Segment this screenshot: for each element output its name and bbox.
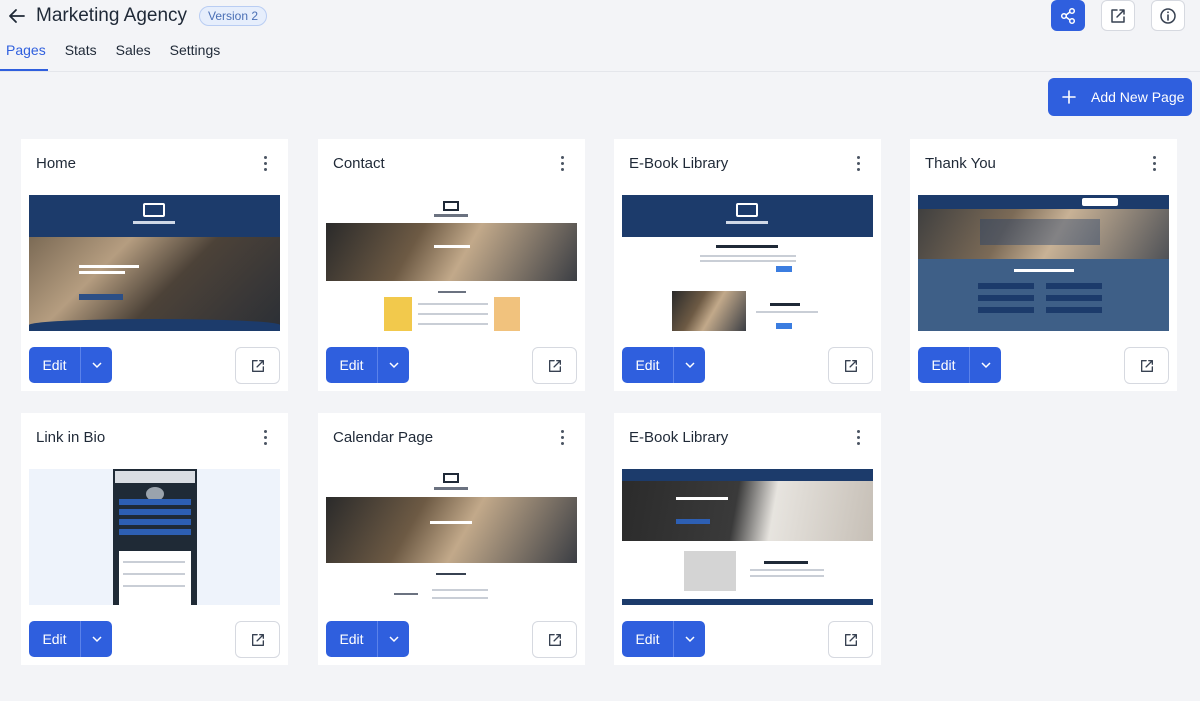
back-button[interactable] [6, 5, 28, 27]
page-card-home: Home Edit [21, 139, 288, 391]
edit-button[interactable]: Edit [918, 347, 970, 383]
card-title: Link in Bio [36, 429, 106, 446]
external-link-icon [844, 633, 857, 646]
page-thumbnail[interactable] [918, 195, 1169, 331]
card-title: Thank You [925, 155, 996, 172]
tab-pages[interactable]: Pages [0, 42, 48, 71]
share-button[interactable] [1051, 0, 1085, 31]
edit-button[interactable]: Edit [622, 347, 674, 383]
edit-split-button: Edit [622, 347, 705, 383]
chevron-down-icon [684, 636, 695, 643]
info-icon [1160, 7, 1176, 24]
edit-split-button: Edit [326, 621, 409, 657]
external-link-icon [844, 359, 857, 372]
edit-button[interactable]: Edit [326, 621, 378, 657]
card-menu-button[interactable] [850, 428, 866, 446]
page-card-thank-you: Thank You Edit [910, 139, 1177, 391]
arrow-left-icon [9, 9, 25, 23]
card-title: E-Book Library [629, 429, 729, 446]
edit-split-button: Edit [29, 347, 112, 383]
edit-dropdown-button[interactable] [970, 347, 1001, 383]
chevron-down-icon [388, 636, 399, 643]
edit-split-button: Edit [326, 347, 409, 383]
edit-button[interactable]: Edit [29, 347, 81, 383]
version-badge[interactable]: Version 2 [199, 6, 268, 26]
external-link-icon [548, 633, 561, 646]
edit-dropdown-button[interactable] [378, 621, 409, 657]
page-card-ebook-library-2: E-Book Library Edit [614, 413, 881, 665]
external-link-icon [1140, 359, 1153, 372]
page-card-ebook-library: E-Book Library Edit [614, 139, 881, 391]
card-title: Contact [333, 155, 385, 172]
page-thumbnail[interactable] [326, 469, 577, 605]
info-button[interactable] [1151, 0, 1185, 31]
page-thumbnail[interactable] [622, 469, 873, 605]
edit-dropdown-button[interactable] [378, 347, 409, 383]
edit-dropdown-button[interactable] [674, 347, 705, 383]
page-card-link-in-bio: Link in Bio Edit [21, 413, 288, 665]
page-card-calendar: Calendar Page Edit [318, 413, 585, 665]
open-site-button[interactable] [1101, 0, 1135, 31]
external-link-icon [1111, 8, 1125, 23]
edit-split-button: Edit [622, 621, 705, 657]
external-link-icon [251, 633, 264, 646]
tab-settings[interactable]: Settings [170, 42, 221, 68]
edit-split-button: Edit [29, 621, 112, 657]
card-menu-button[interactable] [257, 154, 273, 172]
tab-bar: Pages Stats Sales Settings [0, 42, 221, 71]
share-icon [1060, 7, 1076, 24]
card-menu-button[interactable] [850, 154, 866, 172]
page-title: Marketing Agency [36, 5, 188, 26]
edit-dropdown-button[interactable] [81, 621, 112, 657]
open-page-button[interactable] [828, 621, 873, 658]
tab-stats[interactable]: Stats [65, 42, 97, 68]
external-link-icon [251, 359, 264, 372]
card-menu-button[interactable] [554, 154, 570, 172]
chevron-down-icon [980, 362, 991, 369]
page-header: Marketing Agency Version 2 Pages Stats S… [0, 0, 1200, 72]
card-title: Calendar Page [333, 429, 434, 446]
edit-button[interactable]: Edit [29, 621, 81, 657]
page-thumbnail[interactable] [326, 195, 577, 331]
page-card-contact: Contact Edit [318, 139, 585, 391]
open-page-button[interactable] [1124, 347, 1169, 384]
page-thumbnail[interactable] [29, 195, 280, 331]
tab-sales[interactable]: Sales [116, 42, 151, 68]
open-page-button[interactable] [828, 347, 873, 384]
chevron-down-icon [91, 362, 102, 369]
open-page-button[interactable] [235, 347, 280, 384]
page-thumbnail[interactable] [29, 469, 280, 605]
open-page-button[interactable] [532, 621, 577, 658]
card-title: Home [36, 155, 77, 172]
chevron-down-icon [388, 362, 399, 369]
edit-split-button: Edit [918, 347, 1001, 383]
edit-dropdown-button[interactable] [81, 347, 112, 383]
card-menu-button[interactable] [257, 428, 273, 446]
card-title: E-Book Library [629, 155, 729, 172]
edit-button[interactable]: Edit [622, 621, 674, 657]
external-link-icon [548, 359, 561, 372]
chevron-down-icon [91, 636, 102, 643]
card-menu-button[interactable] [1146, 154, 1162, 172]
plus-icon [1062, 90, 1076, 104]
add-new-page-label: Add New Page [1091, 89, 1185, 105]
chevron-down-icon [684, 362, 695, 369]
add-new-page-button[interactable]: Add New Page [1048, 78, 1192, 116]
edit-button[interactable]: Edit [326, 347, 378, 383]
card-menu-button[interactable] [554, 428, 570, 446]
edit-dropdown-button[interactable] [674, 621, 705, 657]
open-page-button[interactable] [532, 347, 577, 384]
page-thumbnail[interactable] [622, 195, 873, 331]
open-page-button[interactable] [235, 621, 280, 658]
